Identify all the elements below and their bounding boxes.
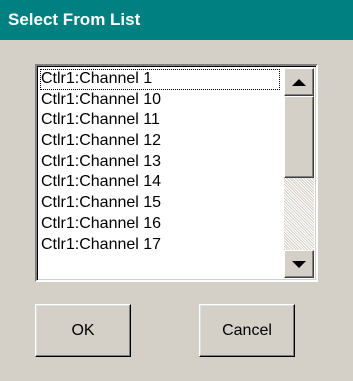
select-from-list-dialog: Select From List Ctlr1:Channel 1 Ctlr1:C… — [0, 0, 353, 381]
channel-list: Ctlr1:Channel 1 Ctlr1:Channel 10 Ctlr1:C… — [40, 69, 280, 279]
list-item[interactable]: Ctlr1:Channel 1 — [40, 69, 280, 90]
ok-button[interactable]: OK — [35, 304, 131, 357]
list-item[interactable]: Ctlr1:Channel 10 — [40, 90, 280, 111]
list-item[interactable]: Ctlr1:Channel 15 — [40, 193, 280, 214]
arrow-up-icon — [292, 78, 306, 86]
cancel-button[interactable]: Cancel — [199, 304, 295, 357]
arrow-down-icon — [292, 260, 306, 268]
window-title: Select From List — [8, 10, 141, 29]
scroll-down-button[interactable] — [284, 250, 314, 278]
list-item[interactable]: Ctlr1:Channel 11 — [40, 110, 280, 131]
scroll-thumb[interactable] — [284, 96, 314, 178]
scroll-up-button[interactable] — [284, 68, 314, 96]
vertical-scrollbar[interactable] — [284, 68, 314, 278]
list-item[interactable]: Ctlr1:Channel 13 — [40, 152, 280, 173]
list-item[interactable]: Ctlr1:Channel 12 — [40, 131, 280, 152]
list-item[interactable]: Ctlr1:Channel 17 — [40, 235, 280, 256]
list-item[interactable]: Ctlr1:Channel 14 — [40, 172, 280, 193]
channel-listbox[interactable]: Ctlr1:Channel 1 Ctlr1:Channel 10 Ctlr1:C… — [35, 64, 318, 282]
list-item[interactable]: Ctlr1:Channel 16 — [40, 214, 280, 235]
title-bar[interactable]: Select From List — [0, 0, 353, 40]
